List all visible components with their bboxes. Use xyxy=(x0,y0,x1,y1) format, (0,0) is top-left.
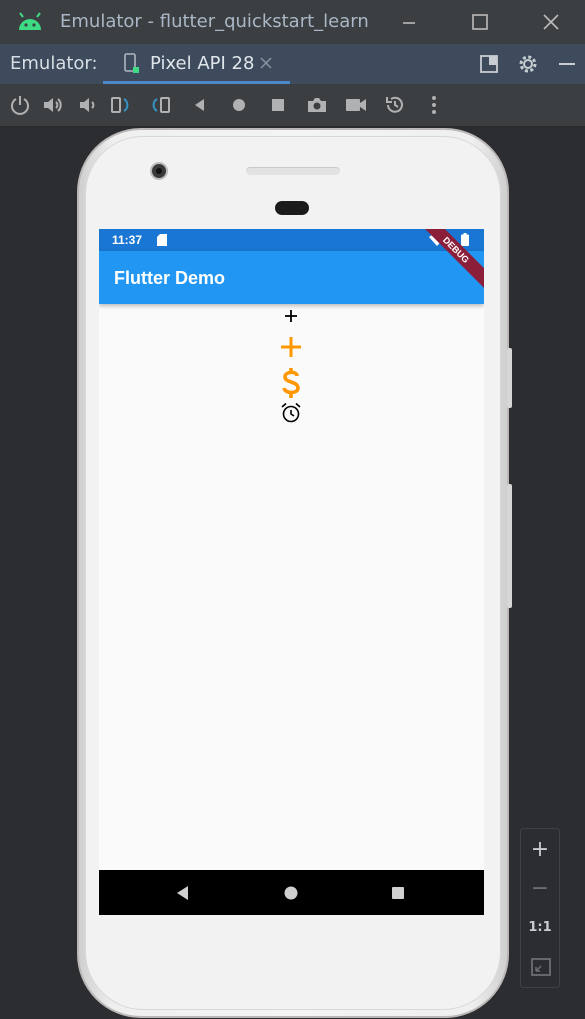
nav-recents-icon[interactable] xyxy=(390,885,406,901)
window-titlebar: Emulator - flutter_quickstart_learn xyxy=(0,0,585,44)
app-bar: Flutter Demo xyxy=(99,251,484,304)
power-icon[interactable] xyxy=(8,93,32,117)
add-orange-icon xyxy=(281,337,301,357)
emulator-toolbar xyxy=(0,84,585,126)
volume-side-button xyxy=(507,484,512,608)
screenshot-icon[interactable] xyxy=(305,93,329,117)
snapshot-icon[interactable] xyxy=(383,93,407,117)
earpiece-speaker xyxy=(246,167,340,175)
minimize-icon[interactable] xyxy=(397,10,421,34)
app-bar-title: Flutter Demo xyxy=(114,268,226,288)
home-icon[interactable] xyxy=(227,93,251,117)
add-icon xyxy=(285,310,297,322)
tab-close-icon[interactable] xyxy=(259,56,273,70)
rotate-left-icon[interactable] xyxy=(109,93,133,117)
toolbar-divider xyxy=(0,126,585,127)
settings-gear-icon[interactable] xyxy=(516,52,540,76)
screen-record-icon[interactable] xyxy=(344,93,368,117)
tab-pixel-api-28[interactable]: Pixel API 28 xyxy=(103,44,290,84)
access-alarm-icon xyxy=(281,402,301,423)
rotate-right-icon[interactable] xyxy=(148,93,172,117)
zoom-controls: + − 1:1 xyxy=(520,828,560,988)
fit-screen-icon[interactable] xyxy=(529,955,553,979)
back-icon[interactable] xyxy=(188,93,212,117)
sd-card-icon xyxy=(157,234,167,246)
front-camera xyxy=(150,162,168,180)
system-nav-bar xyxy=(99,870,484,915)
zoom-1to1-button[interactable]: 1:1 xyxy=(521,920,559,935)
nav-back-icon[interactable] xyxy=(175,885,191,901)
attach-money-icon xyxy=(282,368,300,398)
hide-icon[interactable] xyxy=(555,52,579,76)
close-icon[interactable] xyxy=(539,10,563,34)
window-title: Emulator - flutter_quickstart_learn xyxy=(60,11,369,32)
camera-lens xyxy=(156,168,162,174)
more-icon[interactable] xyxy=(422,93,446,117)
tab-label: Pixel API 28 xyxy=(150,53,255,74)
volume-up-icon[interactable] xyxy=(41,93,65,117)
status-bar: 11:37 xyxy=(99,229,484,251)
tabbar-label: Emulator: xyxy=(10,53,98,74)
power-side-button xyxy=(507,348,512,408)
phone-screen[interactable]: 11:37 Flutter Demo DEBUG xyxy=(99,229,484,915)
android-logo xyxy=(19,12,41,30)
status-time: 11:37 xyxy=(112,233,143,247)
overview-icon[interactable] xyxy=(266,93,290,117)
battery-icon xyxy=(461,233,469,246)
device-icon xyxy=(124,53,139,73)
proximity-sensor xyxy=(275,201,309,215)
volume-down-icon[interactable] xyxy=(75,93,99,117)
zoom-out-button[interactable]: − xyxy=(521,876,559,901)
zoom-in-button[interactable]: + xyxy=(521,837,559,862)
window-mode-icon[interactable] xyxy=(477,52,501,76)
maximize-icon[interactable] xyxy=(468,10,492,34)
emulator-tabbar: Emulator: Pixel API 28 xyxy=(0,44,585,84)
nav-home-icon[interactable] xyxy=(283,885,299,901)
